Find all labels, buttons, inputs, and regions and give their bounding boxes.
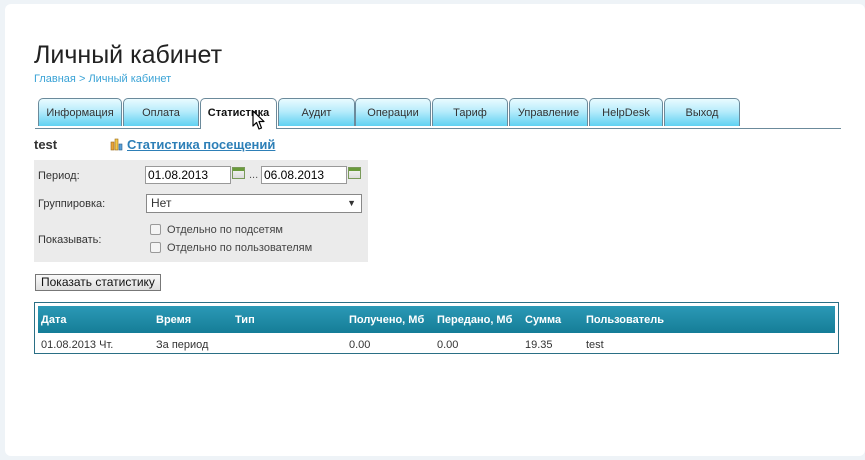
- column-header-sum: Сумма: [525, 314, 562, 326]
- bar-chart-icon: [110, 138, 123, 151]
- cell-date: 01.08.2013 Чт.: [41, 339, 114, 351]
- tab-management[interactable]: Управление: [509, 98, 588, 126]
- by-subnets-label: Отдельно по подсетям: [167, 224, 283, 236]
- grouping-label: Группировка:: [38, 198, 106, 210]
- show-statistics-button[interactable]: Показать статистику: [35, 274, 161, 291]
- visit-stats-link-container: Статистика посещений: [110, 137, 275, 152]
- tab-bar: Информация Оплата Статистика Аудит Опера…: [35, 98, 841, 129]
- user-name: test: [34, 137, 58, 152]
- show-label: Показывать:: [38, 234, 102, 246]
- grouping-selected-value: Нет: [151, 196, 172, 210]
- breadcrumb-current-link[interactable]: Личный кабинет: [88, 73, 171, 85]
- column-header-received: Получено, Мб: [349, 314, 425, 326]
- mouse-cursor-icon: [252, 110, 265, 130]
- by-users-checkbox[interactable]: [150, 242, 161, 253]
- breadcrumb: Главная > Личный кабинет: [34, 73, 171, 85]
- cell-received: 0.00: [349, 339, 371, 351]
- column-header-type: Тип: [235, 314, 255, 326]
- tab-information[interactable]: Информация: [38, 98, 122, 126]
- grouping-select[interactable]: Нет ▼: [146, 194, 362, 213]
- column-header-sent: Передано, Мб: [437, 314, 513, 326]
- column-header-user: Пользователь: [586, 314, 665, 326]
- breadcrumb-home-link[interactable]: Главная: [34, 73, 76, 85]
- by-subnets-checkbox[interactable]: [150, 224, 161, 235]
- cell-sent: 0.00: [437, 339, 459, 351]
- tab-helpdesk[interactable]: HelpDesk: [589, 98, 663, 126]
- tab-operations[interactable]: Операции: [355, 98, 431, 126]
- cell-user: test: [586, 339, 604, 351]
- results-table: Дата Время Тип Получено, Мб Передано, Мб…: [34, 302, 839, 354]
- date-to-input[interactable]: [261, 166, 347, 184]
- page-title: Личный кабинет: [34, 40, 223, 69]
- by-users-label: Отдельно по пользователям: [167, 242, 313, 254]
- tab-payment[interactable]: Оплата: [123, 98, 199, 126]
- visit-stats-link[interactable]: Статистика посещений: [127, 137, 275, 152]
- tab-logout[interactable]: Выход: [664, 98, 740, 126]
- tab-audit[interactable]: Аудит: [278, 98, 355, 126]
- dropdown-arrow-icon: ▼: [347, 198, 356, 208]
- range-separator: ...: [249, 169, 259, 181]
- cell-time: За период: [156, 339, 209, 351]
- table-header: Дата Время Тип Получено, Мб Передано, Мб…: [38, 306, 835, 333]
- column-header-date: Дата: [41, 314, 67, 326]
- cell-sum: 19.35: [525, 339, 553, 351]
- date-to-calendar-icon[interactable]: [348, 167, 361, 179]
- filter-panel: Период: ... Группировка: Нет ▼ Показыват…: [34, 160, 368, 262]
- breadcrumb-separator: >: [78, 73, 86, 85]
- period-label: Период:: [38, 170, 80, 182]
- date-from-calendar-icon[interactable]: [232, 167, 245, 179]
- column-header-time: Время: [156, 314, 192, 326]
- date-from-input[interactable]: [145, 166, 231, 184]
- tab-tariff[interactable]: Тариф: [432, 98, 508, 126]
